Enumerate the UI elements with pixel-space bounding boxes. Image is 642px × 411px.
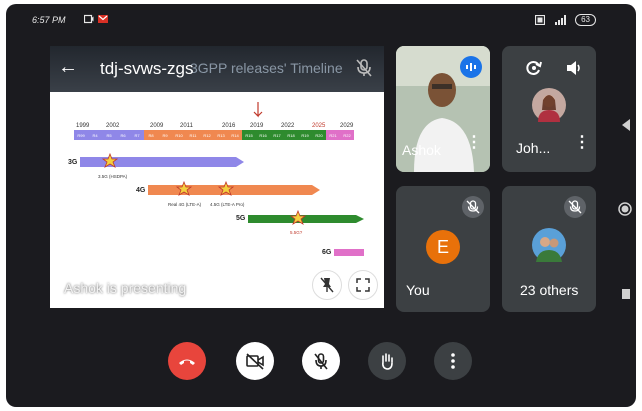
release-label: R17 <box>273 133 281 138</box>
status-bar: 6:57 PM 63 <box>6 4 636 36</box>
gen-label-3g: 3G <box>68 159 78 166</box>
battery-indicator: 63 <box>575 14 596 26</box>
gen-5g-arrow <box>248 215 364 223</box>
annotation-text: 3.5G (HSDPA) <box>98 174 128 179</box>
mic-off-icon <box>564 196 586 218</box>
unpin-button[interactable] <box>312 270 342 300</box>
participant-tile-you[interactable]: E You <box>396 186 490 312</box>
release-label: R13 <box>217 133 225 138</box>
switch-camera-icon[interactable] <box>524 58 544 78</box>
release-label: R5 <box>106 133 112 138</box>
release-label: R11 <box>189 133 197 138</box>
mic-off-icon <box>462 196 484 218</box>
release-label: R20 <box>315 133 323 138</box>
release-label: R14 <box>231 133 239 138</box>
gen-label-4g: 4G <box>136 187 146 194</box>
gen-6g-bar <box>334 249 364 256</box>
raise-hand-button[interactable] <box>368 342 406 380</box>
fullscreen-icon <box>356 278 370 292</box>
john-avatar <box>532 88 566 122</box>
release-label: R10 <box>175 133 183 138</box>
gen-label-5g: 5G <box>236 215 246 222</box>
year-label: 2002 <box>106 123 120 129</box>
cast-icon <box>535 15 546 25</box>
release-label: R4 <box>92 133 98 138</box>
release-label: R12 <box>203 133 211 138</box>
participant-name: Ashok <box>402 142 441 158</box>
video-notification-icon <box>84 14 94 24</box>
year-label: 2022 <box>281 123 295 129</box>
status-time: 6:57 PM <box>32 15 66 25</box>
release-label: R6 <box>120 133 126 138</box>
speaker-icon[interactable] <box>564 58 584 78</box>
mic-off-icon <box>356 59 372 77</box>
release-label: R16 <box>259 133 267 138</box>
back-arrow-icon[interactable]: ← <box>58 56 78 79</box>
annotation-text: 5.5G? <box>290 230 303 235</box>
year-label: 2029 <box>340 123 354 129</box>
annotation-text: 4.5G (LTE-A Pro) <box>210 202 245 207</box>
signal-icon <box>555 15 567 25</box>
more-options-button[interactable] <box>434 342 472 380</box>
speaking-indicator <box>460 56 482 78</box>
end-call-button[interactable] <box>168 342 206 380</box>
release-label: R18 <box>287 133 295 138</box>
nav-back-icon[interactable] <box>620 118 632 132</box>
more-options-icon[interactable]: ⋮ <box>574 135 590 151</box>
others-count: 23 others <box>520 282 579 298</box>
year-label: 2011 <box>180 123 194 129</box>
presenting-label: Ashok is presenting <box>64 280 187 296</box>
fullscreen-button[interactable] <box>348 270 378 300</box>
release-row: R99 R4 R5 R6 R7 R8 R9 R10 R11 R12 R13 R1… <box>74 130 354 140</box>
gen-3g-arrow <box>80 157 244 167</box>
release-label: R9 <box>162 133 168 138</box>
phone-hangup-icon <box>179 359 195 365</box>
release-label: R19 <box>301 133 309 138</box>
more-vert-icon <box>451 353 455 369</box>
participant-tile-others[interactable]: 23 others <box>502 186 596 312</box>
presentation-view[interactable]: ← 3GPP releases' Timeline tdj-svws-zgs 1… <box>50 46 384 308</box>
mic-off-icon <box>314 353 328 370</box>
annotation-text: Real 4G (LTE-A) <box>168 202 202 207</box>
participant-name: Joh... <box>516 140 551 156</box>
year-label: 1999 <box>76 123 90 129</box>
meeting-code[interactable]: tdj-svws-zgs <box>100 59 194 79</box>
phone-screen: 6:57 PM 63 ← 3GPP releases' Timeline tdj… <box>6 4 636 407</box>
current-marker-icon <box>253 102 263 118</box>
release-label: R15 <box>245 133 253 138</box>
year-label: 2009 <box>150 123 164 129</box>
release-label: R21 <box>329 133 337 138</box>
you-avatar: E <box>426 230 460 264</box>
participant-name: You <box>406 282 430 298</box>
nav-home-icon[interactable] <box>618 202 632 216</box>
hand-icon <box>382 353 393 370</box>
participant-tile-john[interactable]: Joh... ⋮ <box>502 46 596 172</box>
gmail-notification-icon <box>98 15 108 23</box>
release-label: R7 <box>134 133 140 138</box>
release-label: R8 <box>148 133 154 138</box>
year-label: 2016 <box>222 123 236 129</box>
release-label: R99 <box>77 133 85 138</box>
mic-toggle-button[interactable] <box>302 342 340 380</box>
year-labels: 1999 2002 2009 2011 2016 2019 2022 2025 … <box>76 123 354 129</box>
year-label: 2019 <box>250 123 264 129</box>
audio-wave-icon <box>466 63 476 71</box>
nav-recents-icon[interactable] <box>620 288 632 300</box>
more-options-icon[interactable]: ⋮ <box>466 135 482 151</box>
status-right: 63 <box>535 14 596 26</box>
video-off-icon <box>246 353 264 370</box>
gen-label-6g: 6G <box>322 249 332 256</box>
year-label: 2025 <box>312 123 326 129</box>
slide-title: 3GPP releases' Timeline <box>190 60 343 76</box>
gen-4g-arrow <box>148 185 320 195</box>
participant-tile-ashok[interactable]: Ashok ⋮ <box>396 46 490 172</box>
others-avatar <box>532 228 566 262</box>
release-label: R22 <box>343 133 351 138</box>
camera-toggle-button[interactable] <box>236 342 274 380</box>
pin-off-icon <box>320 277 334 293</box>
